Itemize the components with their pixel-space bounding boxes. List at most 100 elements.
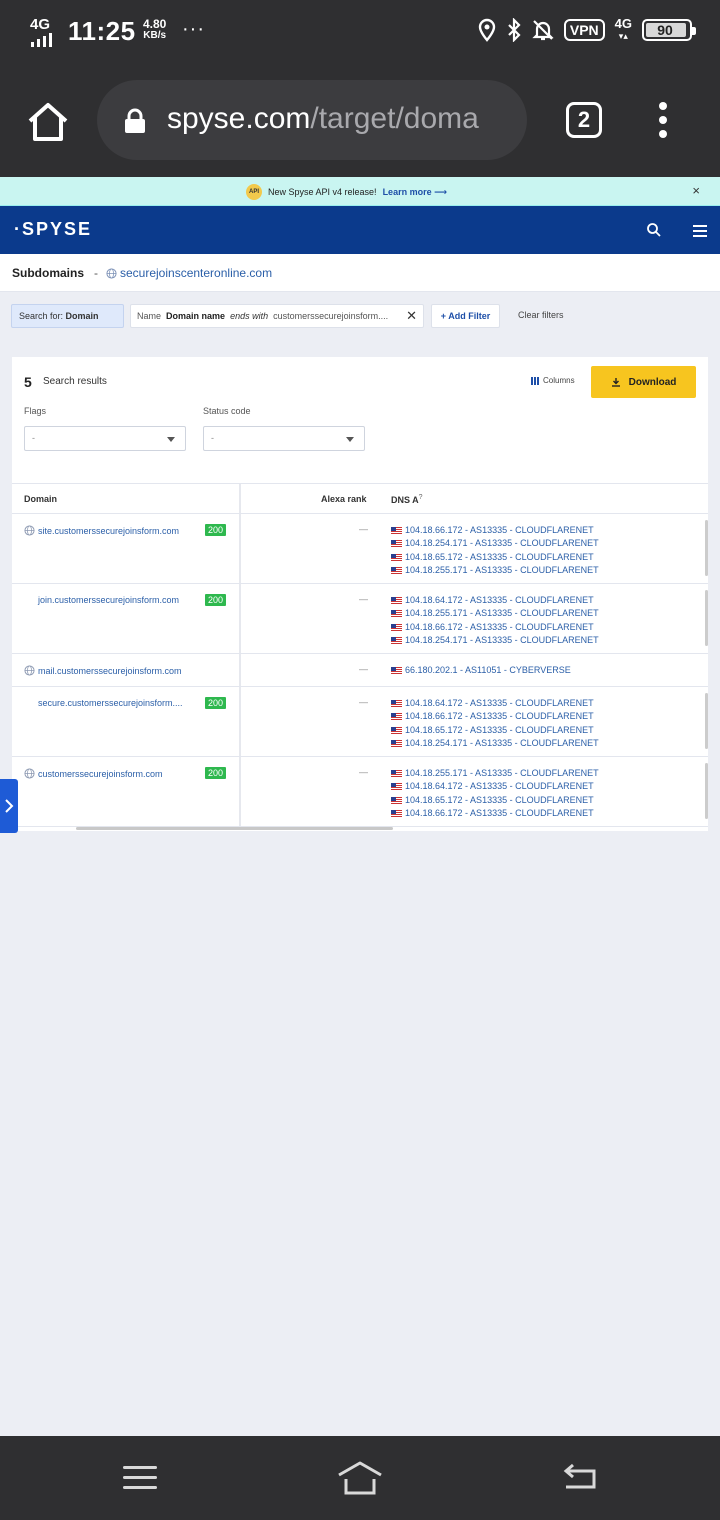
results-table: Domain Alexa rank DNS A? site.customerss… bbox=[12, 483, 708, 827]
domain-text: mail.customerssecurejoinsform.com bbox=[38, 665, 182, 676]
flags-select[interactable]: - bbox=[24, 426, 186, 451]
dns-record-link[interactable]: 104.18.65.172 - AS13335 - CLOUDFLARENET bbox=[391, 551, 599, 564]
us-flag-icon bbox=[391, 713, 402, 721]
domain-link[interactable]: customerssecurejoinsform.com bbox=[24, 768, 163, 779]
domain-text: join.customerssecurejoinsform.com bbox=[38, 595, 180, 605]
nav-home-icon[interactable] bbox=[336, 1460, 384, 1496]
alexa-rank-value: — bbox=[359, 524, 368, 534]
globe-icon bbox=[24, 525, 35, 536]
dns-record-link[interactable]: 66.180.202.1 - AS11051 - CYBERVERSE bbox=[391, 664, 571, 677]
dns-record-link[interactable]: 104.18.255.171 - AS13335 - CLOUDFLARENET bbox=[391, 607, 599, 620]
browser-menu-icon[interactable] bbox=[656, 102, 670, 142]
dns-record-link[interactable]: 104.18.65.172 - AS13335 - CLOUDFLARENET bbox=[391, 794, 599, 807]
target-domain-link[interactable]: securejoinscenteronline.com bbox=[106, 266, 272, 280]
hamburger-menu-icon[interactable] bbox=[693, 225, 707, 240]
api-icon: API bbox=[246, 184, 262, 200]
domain-link[interactable]: mail.customerssecurejoinsform.com bbox=[24, 665, 182, 676]
us-flag-icon bbox=[391, 567, 402, 575]
us-flag-icon bbox=[391, 700, 402, 708]
table-row[interactable]: customerssecurejoinsform.com 200 — 104.18.2… bbox=[12, 757, 708, 827]
domain-link[interactable]: secure.customerssecurejoinsform.... bbox=[24, 698, 183, 708]
url-text[interactable]: spyse.com/target/doma bbox=[167, 102, 479, 136]
clear-filters-button[interactable]: Clear filters bbox=[518, 310, 564, 320]
back-icon[interactable] bbox=[560, 1462, 598, 1492]
download-button[interactable]: Download bbox=[591, 366, 696, 398]
status-code-select-value: - bbox=[211, 433, 214, 443]
help-icon[interactable]: ? bbox=[419, 494, 423, 501]
us-flag-icon bbox=[391, 667, 402, 675]
dns-record-link[interactable]: 104.18.254.171 - AS13335 - CLOUDFLARENET bbox=[391, 537, 599, 550]
horizontal-scrollbar[interactable] bbox=[76, 827, 393, 830]
close-icon[interactable]: × bbox=[692, 183, 700, 198]
dns-record-link[interactable]: 104.18.64.172 - AS13335 - CLOUDFLARENET bbox=[391, 697, 599, 710]
spyse-logo[interactable]: ·SPYSE bbox=[14, 219, 92, 240]
table-row[interactable]: site.customerssecurejoinsform.com 200 — 104… bbox=[12, 514, 708, 584]
search-for-label: Search for: bbox=[19, 311, 64, 321]
dns-record-link[interactable]: 104.18.255.171 - AS13335 - CLOUDFLARENET bbox=[391, 767, 599, 780]
dns-record-link[interactable]: 104.18.65.172 - AS13335 - CLOUDFLARENET bbox=[391, 724, 599, 737]
battery-level: 90 bbox=[657, 22, 673, 38]
search-for-selector[interactable]: Search for: Domain bbox=[11, 304, 124, 328]
chip-operator: ends with bbox=[230, 311, 269, 321]
domain-text: site.customerssecurejoinsform.com bbox=[38, 525, 180, 536]
add-filter-button[interactable]: + Add Filter bbox=[431, 304, 500, 328]
status-code-select[interactable]: - bbox=[203, 426, 365, 451]
row-scrollbar[interactable] bbox=[705, 693, 708, 749]
chevron-right-icon bbox=[5, 799, 14, 813]
recent-apps-icon[interactable] bbox=[123, 1466, 157, 1496]
dns-record-link[interactable]: 104.18.255.171 - AS13335 - CLOUDFLARENET bbox=[391, 564, 599, 577]
table-header: Domain Alexa rank DNS A? bbox=[12, 483, 708, 514]
us-flag-icon bbox=[391, 610, 402, 618]
dns-record-text: 104.18.66.172 - AS13335 - CLOUDFLARENET bbox=[405, 807, 594, 818]
dns-record-text: 104.18.65.172 - AS13335 - CLOUDFLARENET bbox=[405, 794, 594, 805]
dns-record-text: 104.18.255.171 - AS13335 - CLOUDFLARENET bbox=[405, 768, 599, 778]
speed-value: 4.80 bbox=[143, 17, 167, 31]
domain-link[interactable]: join.customerssecurejoinsform.com bbox=[24, 595, 179, 605]
table-row[interactable]: secure.customerssecurejoinsform.... 200 — 1… bbox=[12, 687, 708, 757]
dns-record-link[interactable]: 104.18.64.172 - AS13335 - CLOUDFLARENET bbox=[391, 780, 599, 793]
download-icon bbox=[611, 378, 620, 387]
us-flag-icon bbox=[391, 637, 402, 645]
columns-label: Columns bbox=[543, 376, 575, 385]
results-label: Search results bbox=[43, 376, 107, 387]
dns-record-link[interactable]: 104.18.66.172 - AS13335 - CLOUDFLARENET bbox=[391, 807, 599, 820]
home-icon[interactable] bbox=[26, 100, 70, 144]
column-header-alexa-rank[interactable]: Alexa rank bbox=[321, 494, 367, 504]
flags-select-value: - bbox=[32, 433, 35, 443]
dns-record-link[interactable]: 104.18.254.171 - AS13335 - CLOUDFLARENET bbox=[391, 634, 599, 647]
row-scrollbar[interactable] bbox=[705, 520, 708, 576]
us-flag-icon bbox=[391, 597, 402, 605]
mute-bell-icon bbox=[532, 20, 554, 41]
table-row[interactable]: join.customerssecurejoinsform.com 200 — 104… bbox=[12, 584, 708, 654]
status-badge: 200 bbox=[205, 594, 227, 606]
column-header-domain[interactable]: Domain bbox=[24, 494, 57, 504]
browser-toolbar: spyse.com/target/doma 2 bbox=[0, 64, 720, 177]
column-header-dns-a[interactable]: DNS A? bbox=[391, 494, 423, 505]
columns-button[interactable]: Columns bbox=[531, 376, 575, 385]
side-panel-toggle[interactable] bbox=[0, 779, 18, 833]
row-scrollbar[interactable] bbox=[705, 763, 708, 819]
tab-switcher-button[interactable]: 2 bbox=[566, 102, 602, 138]
dns-record-link[interactable]: 104.18.64.172 - AS13335 - CLOUDFLARENET bbox=[391, 594, 599, 607]
network-type: 4G bbox=[30, 16, 51, 33]
dns-record-link[interactable]: 104.18.66.172 - AS13335 - CLOUDFLARENET bbox=[391, 710, 599, 723]
dns-record-text: 104.18.64.172 - AS13335 - CLOUDFLARENET bbox=[405, 698, 594, 708]
status-badge: 200 bbox=[205, 767, 227, 779]
remove-filter-icon[interactable]: ✕ bbox=[406, 305, 417, 327]
domain-link[interactable]: site.customerssecurejoinsform.com bbox=[24, 525, 179, 536]
dns-record-text: 104.18.255.171 - AS13335 - CLOUDFLARENET bbox=[405, 608, 599, 619]
table-row[interactable]: mail.customerssecurejoinsform.com — 66.180… bbox=[12, 654, 708, 687]
dns-record-link[interactable]: 104.18.66.172 - AS13335 - CLOUDFLARENET bbox=[391, 524, 599, 537]
dns-record-text: 104.18.66.172 - AS13335 - CLOUDFLARENET bbox=[405, 621, 594, 632]
dns-record-link[interactable]: 104.18.254.171 - AS13335 - CLOUDFLARENET bbox=[391, 737, 599, 750]
search-icon[interactable] bbox=[646, 222, 662, 238]
results-card: 5 Search results Columns Download Flags … bbox=[12, 357, 708, 831]
domain-name-filter-chip[interactable]: Name Domain name ends with customerssecu… bbox=[130, 304, 424, 328]
row-scrollbar[interactable] bbox=[705, 590, 708, 646]
network-type-secondary: 4G ▾▴ bbox=[615, 17, 632, 42]
learn-more-link[interactable]: Learn more ⟶ bbox=[383, 187, 447, 198]
us-flag-icon bbox=[391, 540, 402, 548]
url-bar[interactable]: spyse.com/target/doma bbox=[97, 80, 527, 160]
dns-record-link[interactable]: 104.18.66.172 - AS13335 - CLOUDFLARENET bbox=[391, 621, 599, 634]
chip-field: Name bbox=[137, 311, 162, 321]
